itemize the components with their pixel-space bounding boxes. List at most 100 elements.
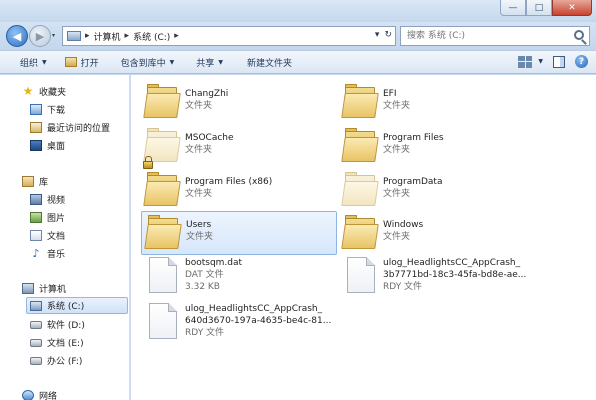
star-icon: ★ [22,84,34,98]
music-icon: ♪ [32,247,40,260]
nav-label: 办公 (F:) [47,357,83,367]
search-icon[interactable] [574,30,584,40]
file-tile-selected[interactable]: Users 文件夹 [141,211,337,255]
file-tile[interactable]: ChangZhi 文件夹 [141,81,337,125]
system-drive-icon [30,300,42,311]
documents-icon [30,230,42,241]
library-icon [22,176,34,187]
address-bar[interactable]: ▸ 计算机 ▸ 系统 (C:) ▸ ▾ ↻ [62,26,396,46]
nav-label: 文档 (E:) [47,339,84,349]
file-type: 文件夹 [185,101,213,111]
refresh-icon[interactable]: ↻ [384,30,392,40]
nav-label: 文档 [47,232,66,242]
file-tile[interactable]: Program Files 文件夹 [339,125,535,169]
tile-text: bootsqm.dat DAT 文件 3.32 KB [185,257,335,293]
file-tile[interactable]: ulog_HeadlightsCC_AppCrash_ 640d3670-197… [141,301,337,345]
nav-drive-f[interactable]: 办公 (F:) [30,352,82,369]
folder-icon [341,172,379,206]
minimize-button[interactable]: — [500,0,526,16]
folder-icon [144,215,182,249]
search-box[interactable] [400,26,590,46]
help-icon[interactable]: ? [575,55,588,68]
file-tile[interactable]: Windows 文件夹 [339,212,535,256]
toolbar-right: ▼ ? [518,55,588,68]
file-tile[interactable]: MSOCache 文件夹 [141,125,337,169]
folder-icon [143,84,181,118]
change-view-button[interactable]: ▼ [518,55,543,68]
nav-music[interactable]: ♪ 音乐 [30,245,65,262]
nav-label: 收藏夹 [39,88,67,98]
nav-network[interactable]: 网络 [22,387,57,400]
file-type: 文件夹 [383,232,411,242]
file-list: ChangZhi 文件夹 EFI 文件夹 MSOCache 文件夹 Progra… [131,75,596,400]
chevron-down-icon: ▼ [42,58,47,66]
folder-icon [143,172,181,206]
file-type: 文件夹 [185,145,213,155]
chevron-down-icon: ▼ [538,58,543,65]
nav-drive-e[interactable]: 文档 (E:) [30,334,84,351]
drive-icon [30,338,42,347]
document-file-icon [149,303,177,339]
recent-places-icon [30,122,42,133]
open-label: 打开 [80,58,99,69]
include-in-library-menu[interactable]: 包含到库中 ▼ [115,50,181,74]
file-tile[interactable]: ulog_HeadlightsCC_AppCrash_ 3b7771bd-18c… [339,255,535,299]
desktop-icon [30,140,42,151]
nav-label: 图片 [47,214,66,224]
recent-pages-dropdown[interactable]: ▾ [52,32,55,39]
new-folder-button[interactable]: 新建文件夹 [241,50,298,74]
preview-pane-icon[interactable] [553,55,565,68]
breadcrumb-separator[interactable]: ▸ [174,31,179,41]
nav-drive-c[interactable]: 系统 (C:) [26,297,128,314]
breadcrumb-drive-c[interactable]: 系统 (C:) [133,30,170,43]
nav-label: 库 [39,178,49,188]
maximize-button[interactable]: □ [526,0,552,16]
search-input[interactable] [401,27,561,45]
nav-documents[interactable]: 文档 [30,227,65,244]
breadcrumb-separator[interactable]: ▸ [85,31,90,41]
title-bar: — □ ✕ [0,0,596,22]
file-size: 3.32 KB [185,282,220,292]
nav-label: 网络 [39,392,58,400]
nav-drive-d[interactable]: 软件 (D:) [30,316,85,333]
breadcrumb-computer[interactable]: 计算机 [94,30,121,43]
file-type: 文件夹 [186,232,214,242]
navigation-pane: ★ 收藏夹 下载 最近访问的位置 桌面 库 视频 图片 文档 ♪ 音乐 计算机 … [0,75,130,400]
drive-icon [30,356,42,365]
nav-computer[interactable]: 计算机 [22,280,66,297]
tile-text: ulog_HeadlightsCC_AppCrash_ 640d3670-197… [185,303,335,339]
back-button[interactable]: ◀ [6,25,28,47]
nav-downloads[interactable]: 下载 [30,101,65,118]
nav-pictures[interactable]: 图片 [30,209,65,226]
nav-favorites[interactable]: ★ 收藏夹 [22,83,66,100]
pictures-icon [30,212,42,223]
file-type: 文件夹 [185,189,213,199]
breadcrumb-separator[interactable]: ▸ [125,31,130,41]
file-tile[interactable]: EFI 文件夹 [339,81,535,125]
organize-menu[interactable]: 组织 ▼ [14,50,53,74]
nav-videos[interactable]: 视频 [30,191,65,208]
tile-text: ChangZhi 文件夹 [185,88,335,112]
file-name: ProgramData [383,177,443,187]
tile-text: ProgramData 文件夹 [383,176,533,200]
nav-label: 下载 [47,106,66,116]
nav-desktop[interactable]: 桌面 [30,137,65,154]
open-folder-icon [64,57,77,67]
nav-recent-places[interactable]: 最近访问的位置 [30,119,110,136]
file-name: MSOCache [185,133,234,143]
nav-libraries[interactable]: 库 [22,173,48,190]
file-tile[interactable]: ProgramData 文件夹 [339,169,535,213]
file-name-line2: 640d3670-197a-4635-be4c-81... [185,316,332,326]
close-button[interactable]: ✕ [552,0,592,16]
video-icon [30,194,42,205]
tile-text: Program Files 文件夹 [383,132,533,156]
open-button[interactable]: 打开 [59,50,105,74]
forward-button[interactable]: ▶ [29,25,51,47]
share-menu[interactable]: 共享 ▼ [190,50,229,74]
share-label: 共享 [196,58,215,69]
file-tile[interactable]: bootsqm.dat DAT 文件 3.32 KB [141,255,337,299]
address-dropdown-icon[interactable]: ▾ [375,30,380,40]
file-tile[interactable]: Program Files (x86) 文件夹 [141,169,337,213]
nav-label: 最近访问的位置 [47,124,111,134]
file-name: ChangZhi [185,89,229,99]
